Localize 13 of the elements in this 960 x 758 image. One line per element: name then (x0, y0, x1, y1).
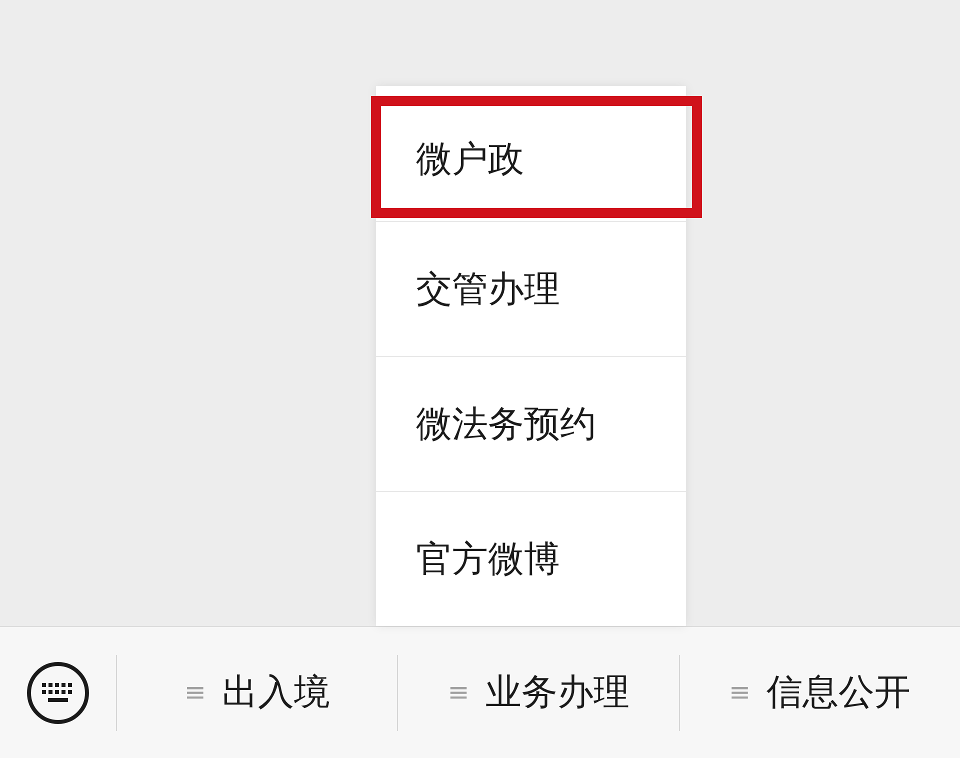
menu-lines-glyph: ≡ (448, 678, 470, 708)
menu-tab[interactable]: ≡ 信息公开 (678, 654, 960, 730)
menu-item[interactable]: 交管办理 (376, 221, 686, 356)
menu-tab[interactable]: ≡ 业务办理 (397, 654, 679, 730)
menu-lines-glyph: ≡ (728, 678, 751, 708)
menu-label: 业务办理 (485, 671, 630, 715)
menu-item[interactable]: 微法务预约 (376, 356, 686, 491)
keyboard-icon[interactable] (26, 660, 90, 724)
menu-tab[interactable]: ≡ 出入境 (116, 654, 398, 730)
menu-lines-glyph: ≡ (184, 678, 206, 708)
menu-label: 出入境 (222, 671, 330, 715)
menu-item[interactable]: 微户政 (376, 98, 686, 221)
menu-label: 信息公开 (766, 671, 911, 715)
